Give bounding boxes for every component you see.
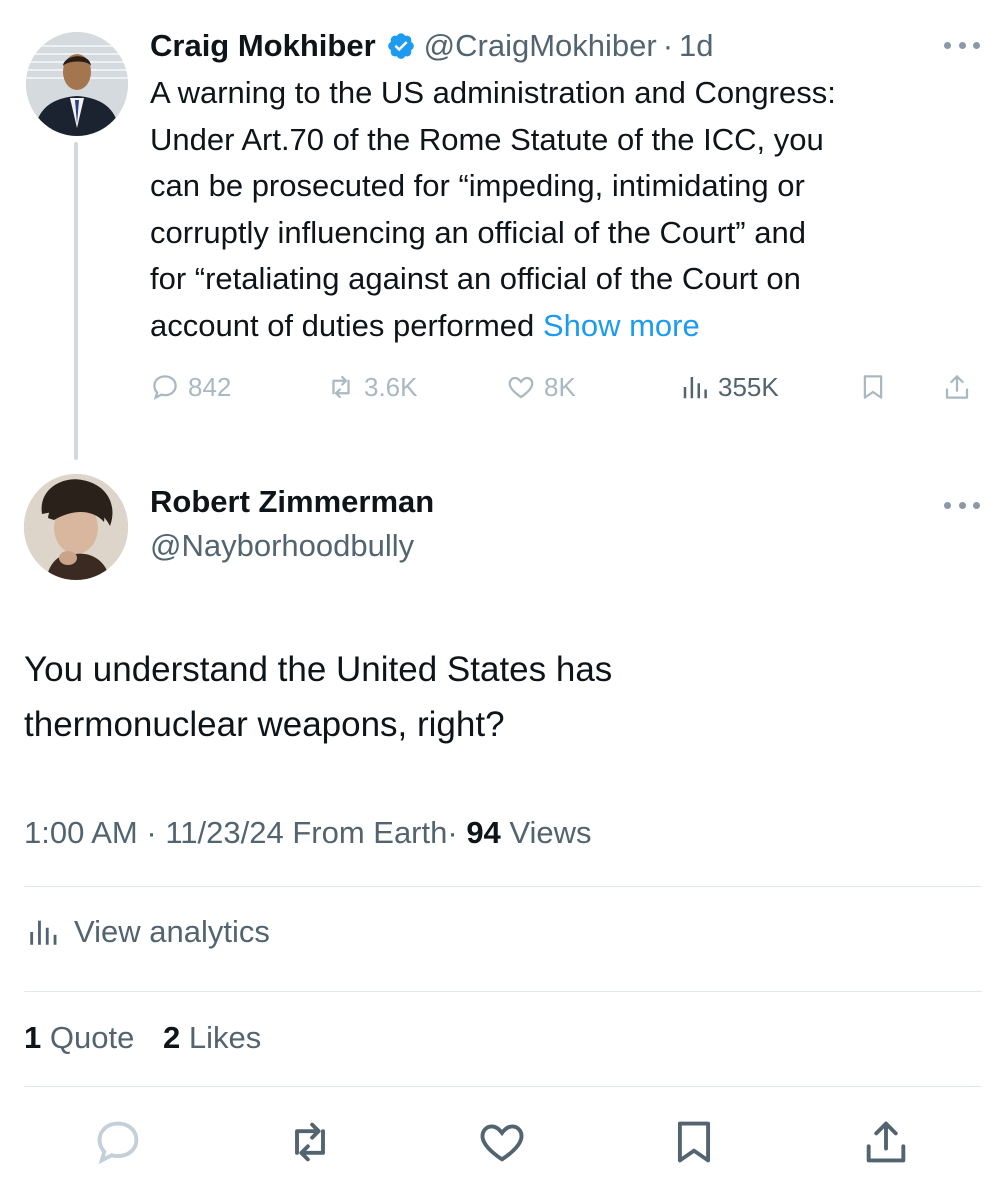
likes-label: Likes — [189, 1020, 261, 1055]
profile-photo — [24, 474, 128, 580]
engagement-stats: 1 Quote 2 Likes — [24, 1020, 261, 1056]
tweet-text-line: You understand the United States has — [24, 642, 964, 697]
separator-dot: · — [146, 815, 156, 850]
tweet-text-line: can be prosecuted for “impeding, intimid… — [150, 163, 970, 210]
views-count: 355K — [718, 372, 779, 403]
quotes-link[interactable]: 1 Quote — [24, 1020, 134, 1055]
reply-action[interactable]: 842 — [150, 366, 231, 408]
view-analytics-label: View analytics — [74, 914, 270, 950]
tweet-source: From Earth — [292, 815, 447, 850]
reply-count: 842 — [188, 372, 231, 403]
like-count: 8K — [544, 372, 576, 403]
bar-chart-icon — [24, 915, 62, 949]
reply-icon — [150, 372, 180, 402]
tweet-text-line: A warning to the US administration and C… — [150, 70, 970, 117]
like-action[interactable]: 8K — [506, 366, 576, 408]
avatar[interactable] — [24, 474, 128, 580]
reply-author-handle[interactable]: @Nayborhoodbully — [150, 528, 414, 564]
quotes-count: 1 — [24, 1020, 41, 1055]
view-analytics-button[interactable]: View analytics — [24, 914, 270, 950]
share-icon — [942, 372, 972, 402]
repost-count: 3.6K — [364, 372, 418, 403]
parent-tweet-text: A warning to the US administration and C… — [150, 70, 970, 349]
tweet-time[interactable]: 1:00 AM — [24, 815, 138, 850]
tweet-time[interactable]: 1d — [679, 28, 713, 64]
views-label: Views — [509, 815, 591, 850]
views-count: 94 — [466, 815, 500, 850]
repost-action[interactable]: 3.6K — [326, 366, 418, 408]
views-action[interactable]: 355K — [680, 366, 779, 408]
heart-icon[interactable] — [476, 1116, 528, 1168]
share-action[interactable] — [942, 366, 980, 408]
tweet-date[interactable]: 11/23/24 — [165, 815, 283, 850]
separator-dot: · — [663, 28, 673, 64]
tweet-text-line: account of duties performed Show more — [150, 303, 970, 350]
tweet-text-line: Under Art.70 of the Rome Statute of the … — [150, 117, 970, 164]
thread-connector-line — [74, 142, 78, 460]
separator-dot: · — [447, 815, 457, 850]
bookmark-icon[interactable] — [668, 1116, 720, 1168]
heart-icon — [506, 372, 536, 402]
profile-photo — [26, 32, 128, 136]
tweet-text-line: thermonuclear weapons, right? — [24, 697, 964, 752]
tweet-text-line: for “retaliating against an official of … — [150, 256, 970, 303]
bookmark-action[interactable] — [858, 366, 896, 408]
parent-tweet-header: Craig Mokhiber @CraigMokhiber · 1d — [150, 26, 714, 66]
tweet-meta: 1:00 AM · 11/23/24 From Earth· 94 Views — [24, 815, 592, 851]
divider — [24, 1086, 982, 1087]
tweet-text-line: corruptly influencing an official of the… — [150, 210, 970, 257]
reply-tweet-text: You understand the United States has the… — [24, 642, 964, 752]
reply-author-name[interactable]: Robert Zimmerman — [150, 484, 434, 520]
share-icon[interactable] — [860, 1116, 912, 1168]
likes-count: 2 — [163, 1020, 180, 1055]
verified-badge-icon — [386, 31, 416, 61]
bookmark-icon — [858, 372, 888, 402]
quotes-label: Quote — [50, 1020, 134, 1055]
author-handle[interactable]: @CraigMokhiber — [424, 28, 657, 64]
repost-icon[interactable] — [284, 1116, 336, 1168]
show-more-link[interactable]: Show more — [543, 308, 700, 343]
divider — [24, 991, 982, 992]
avatar[interactable] — [26, 32, 128, 136]
repost-icon — [326, 372, 356, 402]
bar-chart-icon — [680, 372, 710, 402]
author-name[interactable]: Craig Mokhiber — [150, 28, 376, 64]
divider — [24, 886, 982, 887]
likes-link[interactable]: 2 Likes — [163, 1020, 261, 1055]
more-icon[interactable] — [944, 502, 980, 512]
reply-icon[interactable] — [92, 1116, 144, 1168]
more-icon[interactable] — [944, 42, 980, 52]
tweet-text-last: account of duties performed — [150, 308, 534, 343]
